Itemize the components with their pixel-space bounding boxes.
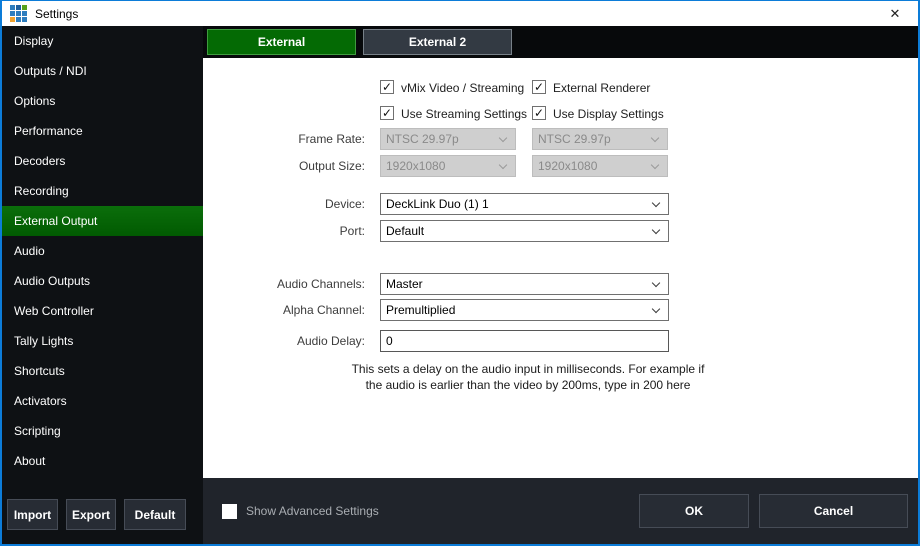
sidebar-item-tally-lights[interactable]: Tally Lights	[2, 326, 203, 356]
output-size-label: Output Size:	[203, 155, 365, 177]
cancel-button[interactable]: Cancel	[759, 494, 908, 528]
output-size-dropdown-1: 1920x1080	[380, 155, 516, 177]
sidebar-actions: Import Export Default	[7, 499, 186, 530]
settings-window: Settings ✕ Display Outputs / NDI Options…	[0, 0, 920, 546]
sidebar-item-shortcuts[interactable]: Shortcuts	[2, 356, 203, 386]
sidebar-item-decoders[interactable]: Decoders	[2, 146, 203, 176]
audio-channels-dropdown[interactable]: Master	[380, 273, 669, 295]
alpha-channel-label: Alpha Channel:	[203, 299, 365, 321]
window-title: Settings	[35, 7, 878, 21]
chevron-down-icon	[652, 199, 660, 207]
port-dropdown[interactable]: Default	[380, 220, 669, 242]
checkmark-icon: ✓	[382, 107, 392, 119]
chevron-down-icon	[651, 134, 659, 142]
sidebar-item-outputs-ndi[interactable]: Outputs / NDI	[2, 56, 203, 86]
chevron-down-icon	[651, 161, 659, 169]
sidebar-item-web-controller[interactable]: Web Controller	[2, 296, 203, 326]
sidebar-item-performance[interactable]: Performance	[2, 116, 203, 146]
sidebar-item-activators[interactable]: Activators	[2, 386, 203, 416]
audio-delay-label: Audio Delay:	[203, 330, 365, 352]
sidebar: Display Outputs / NDI Options Performanc…	[2, 26, 203, 544]
sidebar-item-about[interactable]: About	[2, 446, 203, 476]
title-bar: Settings ✕	[2, 1, 918, 26]
sidebar-item-display[interactable]: Display	[2, 26, 203, 56]
show-advanced-settings-label: Show Advanced Settings	[246, 504, 639, 518]
external-renderer-label: External Renderer	[553, 81, 650, 95]
device-dropdown[interactable]: DeckLink Duo (1) 1	[380, 193, 669, 215]
frame-rate-dropdown-2: NTSC 29.97p	[532, 128, 668, 150]
sidebar-item-audio-outputs[interactable]: Audio Outputs	[2, 266, 203, 296]
footer-bar: Show Advanced Settings OK Cancel	[203, 478, 918, 544]
chevron-down-icon	[499, 134, 507, 142]
audio-delay-help-text: This sets a delay on the audio input in …	[333, 361, 723, 393]
vmix-video-streaming-label: vMix Video / Streaming	[401, 81, 524, 95]
sidebar-item-recording[interactable]: Recording	[2, 176, 203, 206]
chevron-down-icon	[652, 226, 660, 234]
sidebar-item-options[interactable]: Options	[2, 86, 203, 116]
main-panel: External External 2 ✓ vMix Video / Strea…	[203, 26, 918, 544]
checkmark-icon: ✓	[534, 107, 544, 119]
use-streaming-settings-checkbox[interactable]: ✓	[380, 106, 394, 120]
tab-bar: External External 2	[203, 26, 918, 58]
close-icon[interactable]: ✕	[878, 2, 912, 25]
audio-channels-label: Audio Channels:	[203, 273, 365, 295]
checkmark-icon: ✓	[534, 81, 544, 93]
tab-external[interactable]: External	[207, 29, 356, 55]
sidebar-item-scripting[interactable]: Scripting	[2, 416, 203, 446]
chevron-down-icon	[652, 279, 660, 287]
frame-rate-dropdown-1: NTSC 29.97p	[380, 128, 516, 150]
window-body: Display Outputs / NDI Options Performanc…	[2, 26, 918, 544]
external-renderer-checkbox[interactable]: ✓	[532, 80, 546, 94]
device-label: Device:	[203, 193, 365, 215]
sidebar-item-external-output[interactable]: External Output	[2, 206, 203, 236]
show-advanced-settings-checkbox[interactable]	[222, 504, 237, 519]
export-button[interactable]: Export	[66, 499, 116, 530]
port-label: Port:	[203, 220, 365, 242]
import-button[interactable]: Import	[7, 499, 58, 530]
use-display-settings-checkbox[interactable]: ✓	[532, 106, 546, 120]
vmix-logo-icon	[10, 5, 27, 22]
ok-button[interactable]: OK	[639, 494, 749, 528]
alpha-channel-dropdown[interactable]: Premultiplied	[380, 299, 669, 321]
chevron-down-icon	[499, 161, 507, 169]
frame-rate-label: Frame Rate:	[203, 128, 365, 150]
use-display-settings-label: Use Display Settings	[553, 107, 664, 121]
output-size-dropdown-2: 1920x1080	[532, 155, 668, 177]
use-streaming-settings-label: Use Streaming Settings	[401, 107, 527, 121]
default-button[interactable]: Default	[124, 499, 186, 530]
sidebar-item-audio[interactable]: Audio	[2, 236, 203, 266]
checkmark-icon: ✓	[382, 81, 392, 93]
external-output-form: ✓ vMix Video / Streaming ✓ External Rend…	[203, 58, 918, 478]
chevron-down-icon	[652, 305, 660, 313]
audio-delay-input[interactable]	[380, 330, 669, 352]
tab-external-2[interactable]: External 2	[363, 29, 512, 55]
vmix-video-streaming-checkbox[interactable]: ✓	[380, 80, 394, 94]
